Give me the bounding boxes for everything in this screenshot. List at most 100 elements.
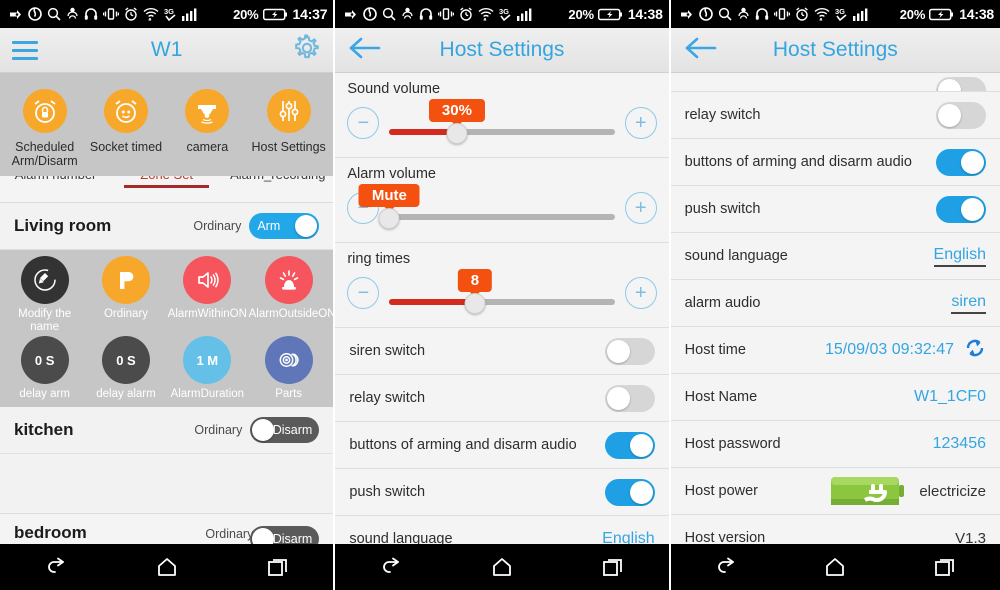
- zone-action-alarm-duration[interactable]: 1 M AlarmDuration: [167, 336, 248, 403]
- toggle-knob: [252, 419, 275, 441]
- sound-volume-slider[interactable]: 30%: [389, 99, 615, 147]
- ring-times-plus-button[interactable]: +: [624, 277, 657, 309]
- status-bar-p1: 3G 20% 14:37: [0, 0, 334, 28]
- back-arrow-icon[interactable]: [683, 35, 717, 66]
- zone-header-living-room[interactable]: Living room Ordinary Arm: [0, 203, 334, 250]
- recents-nav-icon[interactable]: [583, 547, 643, 587]
- slider-thumb[interactable]: [464, 293, 486, 314]
- zone-action-modify-name[interactable]: Modify the name: [4, 256, 85, 336]
- recents-nav-icon[interactable]: [248, 547, 308, 587]
- arming-disarm-audio-toggle[interactable]: [936, 148, 986, 176]
- slider-thumb[interactable]: [378, 208, 400, 229]
- sound-volume-minus-button[interactable]: −: [347, 107, 380, 139]
- battery-charging-icon: [597, 8, 622, 21]
- sound-language-value[interactable]: English: [933, 246, 986, 267]
- back-nav-icon[interactable]: [361, 547, 421, 587]
- phone-screen-host-settings-bottom: 3G 20% 14:38 Host Settings relay switch: [668, 0, 1000, 590]
- refresh-icon[interactable]: [964, 337, 986, 364]
- network-type-label: 3G: [164, 7, 177, 22]
- tab-zone-set[interactable]: Zone Set: [111, 176, 222, 188]
- setting-siren-switch[interactable]: siren switch: [335, 328, 669, 375]
- quick-action-scheduled-arm-disarm[interactable]: Scheduled Arm/Disarm: [4, 89, 85, 168]
- alarm-volume-slider[interactable]: Mute: [358, 184, 615, 232]
- clock-label-p3: 14:38: [959, 6, 994, 22]
- slider-thumb[interactable]: [446, 123, 468, 144]
- status-icons-p3: 3G: [679, 7, 896, 22]
- android-nav-bar-p3: [670, 544, 1000, 590]
- home-nav-icon[interactable]: [472, 547, 532, 587]
- setting-arming-disarm-audio[interactable]: buttons of arming and disarm audio: [335, 422, 669, 469]
- recents-nav-icon[interactable]: [915, 547, 975, 587]
- zone-type-label: Ordinary: [193, 219, 242, 233]
- zone-action-alarm-within-on[interactable]: AlarmWithinON: [167, 256, 248, 336]
- siren-switch-toggle[interactable]: [604, 337, 655, 365]
- zone-action-ordinary[interactable]: Ordinary: [85, 256, 166, 336]
- signal-bars-icon: [517, 8, 535, 21]
- phone-screen-home: 3G 20% 14:37 W1 Scheduled Arm/Disarm Soc…: [0, 0, 334, 590]
- setting-alarm-audio[interactable]: alarm audio siren: [670, 280, 1000, 327]
- ring-times-slider[interactable]: 8: [389, 269, 615, 317]
- status-icons-p2: 3G: [343, 7, 564, 22]
- home-nav-icon[interactable]: [805, 547, 865, 587]
- zone-action-delay-arm[interactable]: 0 S delay arm: [4, 336, 85, 403]
- setting-push-switch[interactable]: push switch: [670, 186, 1000, 233]
- tab-alarm-number[interactable]: Alarm number: [0, 176, 111, 182]
- gear-icon[interactable]: [293, 34, 321, 67]
- push-switch-toggle[interactable]: [936, 195, 986, 223]
- push-switch-toggle[interactable]: [604, 478, 655, 506]
- zone-actions-row-2: 0 S delay arm 0 S delay alarm 1 M AlarmD…: [4, 336, 329, 403]
- relay-switch-toggle[interactable]: [936, 101, 986, 129]
- back-nav-icon[interactable]: [26, 547, 86, 587]
- battery-charging-icon: [929, 8, 954, 21]
- arming-disarm-audio-toggle[interactable]: [604, 431, 655, 459]
- zone-action-delay-alarm[interactable]: 0 S delay alarm: [85, 336, 166, 403]
- zone-action-parts[interactable]: Parts: [248, 336, 329, 403]
- host-time-value: 15/09/03 09:32:47: [824, 341, 954, 358]
- zone-action-alarm-outside-on[interactable]: AlarmOutsideON: [248, 256, 333, 336]
- setting-host-time[interactable]: Host time 15/09/03 09:32:47: [670, 327, 1000, 374]
- sound-volume-plus-button[interactable]: +: [624, 107, 657, 139]
- status-bar-p2: 3G 20% 14:38: [335, 0, 669, 28]
- relay-switch-toggle[interactable]: [604, 384, 655, 412]
- back-arrow-icon[interactable]: [347, 35, 381, 66]
- ring-times-minus-button[interactable]: −: [347, 277, 380, 309]
- quick-action-socket-timed[interactable]: Socket timed: [85, 89, 166, 168]
- setting-label: Host version: [684, 530, 766, 544]
- setting-sound-language[interactable]: sound language English: [670, 233, 1000, 280]
- zone-header-kitchen[interactable]: kitchen Ordinary Disarm: [0, 407, 334, 454]
- search-icon: [382, 7, 396, 21]
- setting-push-switch[interactable]: push switch: [335, 469, 669, 516]
- slider-title: ring times: [347, 251, 411, 267]
- svg-text:3G: 3G: [164, 7, 174, 16]
- page-title-p1: W1: [150, 38, 183, 61]
- setting-host-name[interactable]: Host Name W1_1CF0: [670, 374, 1000, 421]
- back-nav-icon[interactable]: [696, 547, 756, 587]
- quick-action-camera[interactable]: camera: [167, 89, 248, 168]
- setting-sound-volume: Sound volume − 30% +: [335, 73, 669, 158]
- wifi-icon: [143, 7, 159, 21]
- sliders-icon: [266, 89, 311, 133]
- alarm-volume-plus-button[interactable]: +: [624, 192, 657, 224]
- quick-action-label: Socket timed: [89, 140, 163, 154]
- setting-label: Host power: [684, 483, 758, 499]
- zone-arm-toggle[interactable]: Disarm: [250, 417, 320, 443]
- zone-header-bedroom-clipped[interactable]: bedroom Ordinary Disarm: [0, 513, 334, 544]
- setting-relay-switch[interactable]: relay switch: [670, 92, 1000, 139]
- fingerprint-icon: [737, 7, 750, 21]
- siren-switch-toggle-clipped[interactable]: [936, 77, 986, 91]
- alarm-icon: [459, 7, 473, 21]
- home-nav-icon[interactable]: [137, 547, 197, 587]
- zone-arm-toggle[interactable]: Disarm: [250, 526, 320, 544]
- setting-arming-disarm-audio[interactable]: buttons of arming and disarm audio: [670, 139, 1000, 186]
- status-icons-p1: 3G: [8, 7, 229, 22]
- setting-host-password[interactable]: Host password 123456: [670, 421, 1000, 468]
- tab-alarm-recording[interactable]: Alarm_recording: [222, 176, 333, 182]
- setting-sound-language[interactable]: sound language English: [335, 516, 669, 544]
- zone-arm-toggle[interactable]: Arm: [249, 213, 320, 239]
- quick-action-host-settings[interactable]: Host Settings: [248, 89, 329, 168]
- setting-relay-switch[interactable]: relay switch: [335, 375, 669, 422]
- alarm-audio-value[interactable]: siren: [951, 293, 986, 314]
- setting-label: buttons of arming and disarm audio: [349, 437, 577, 453]
- hamburger-icon[interactable]: [12, 40, 38, 60]
- wifi-icon: [814, 7, 830, 21]
